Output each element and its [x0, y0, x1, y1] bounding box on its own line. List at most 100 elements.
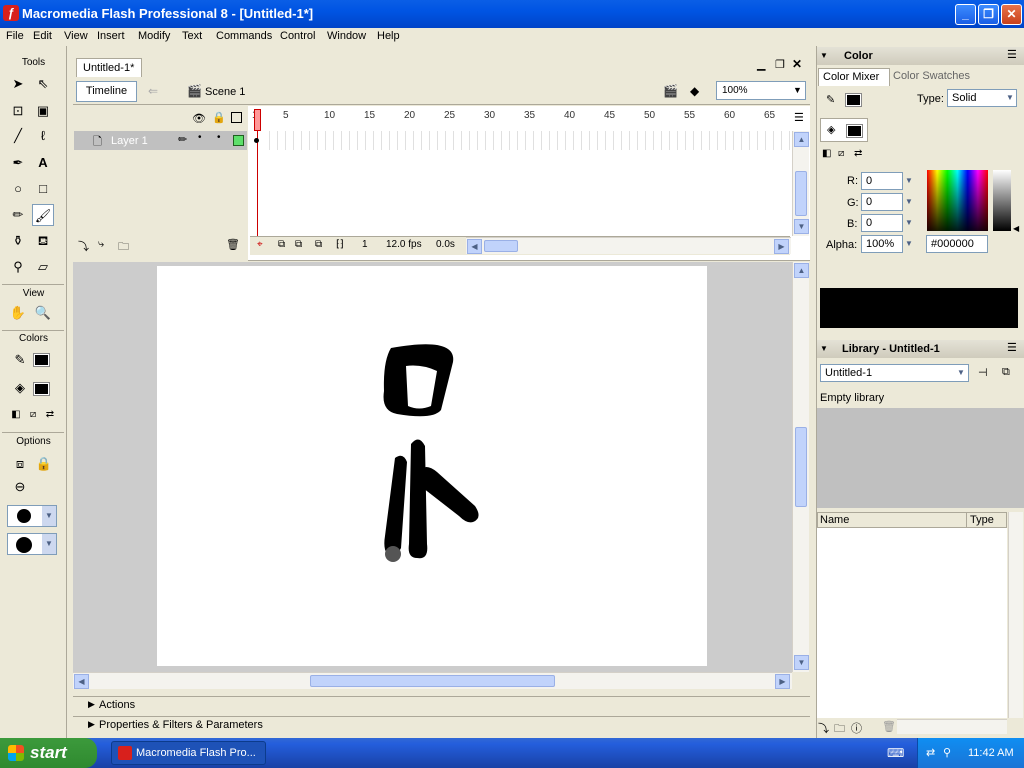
menu-commands[interactable]: Commands: [216, 28, 272, 44]
restore-button[interactable]: ❐: [978, 4, 999, 25]
zoom-tool-icon[interactable]: 🔍: [32, 302, 54, 324]
layer-name[interactable]: Layer 1: [111, 135, 148, 147]
tab-color-swatches[interactable]: Color Swatches: [893, 70, 970, 82]
onion-skin-icon[interactable]: ⧉: [278, 239, 285, 250]
stage-canvas[interactable]: [157, 266, 707, 666]
scroll-thumb[interactable]: [484, 240, 518, 252]
brush-shape-select[interactable]: ▼: [7, 533, 57, 555]
color-panel-header[interactable]: ▼ Color: [817, 47, 1024, 65]
scroll-right-icon[interactable]: ▶: [775, 674, 790, 689]
brightness-slider[interactable]: [993, 170, 1011, 231]
stage-hscroll[interactable]: ◀ ▶: [73, 672, 792, 689]
library-panel-header[interactable]: ▼ Library - Untitled-1: [817, 340, 1024, 358]
edit-symbols-icon[interactable]: ◆: [690, 84, 699, 98]
zoom-select[interactable]: 100% ▼: [716, 81, 806, 100]
delete-icon[interactable]: 🗑: [882, 720, 896, 733]
rectangle-tool-icon[interactable]: □: [32, 178, 54, 200]
scene-label[interactable]: Scene 1: [205, 86, 245, 98]
no-color-icon[interactable]: ⧄: [838, 148, 844, 159]
taskbar-flash-button[interactable]: Macromedia Flash Pro...: [111, 741, 266, 765]
r-input[interactable]: 0: [861, 172, 903, 190]
edit-multiple-frames-icon[interactable]: ⧉: [315, 239, 322, 250]
mixer-fill-swatch[interactable]: [846, 124, 863, 138]
scroll-thumb[interactable]: [795, 427, 807, 507]
scroll-right-icon[interactable]: ▶: [774, 239, 789, 254]
center-frame-icon[interactable]: ⌖: [257, 239, 263, 250]
oval-tool-icon[interactable]: ○: [7, 178, 29, 200]
outline-color-swatch[interactable]: [233, 135, 244, 146]
scroll-thumb[interactable]: [310, 675, 555, 687]
tab-color-mixer[interactable]: Color Mixer: [818, 68, 890, 86]
library-hscroll[interactable]: [897, 719, 1007, 734]
menu-insert[interactable]: Insert: [97, 28, 125, 44]
visibility-dot[interactable]: •: [198, 132, 202, 143]
library-document-select[interactable]: Untitled-1 ▼: [820, 364, 969, 382]
lock-layers-icon[interactable]: 🔒: [212, 111, 226, 124]
document-tab[interactable]: Untitled-1*: [76, 58, 142, 77]
swap-colors-icon[interactable]: ⇄: [854, 148, 862, 159]
back-arrow-icon[interactable]: ⇐: [148, 84, 158, 98]
chevron-down-icon[interactable]: ▼: [903, 194, 915, 210]
scroll-up-icon[interactable]: ▲: [794, 263, 809, 278]
edit-scene-icon[interactable]: 🎬: [663, 84, 678, 98]
doc-close-icon[interactable]: ✕: [792, 57, 802, 71]
brush-size-select[interactable]: ▼: [7, 505, 57, 527]
object-drawing-icon[interactable]: ⧈: [9, 453, 31, 475]
timeline-hscroll[interactable]: ◀ ▶: [466, 237, 791, 254]
chevron-down-icon[interactable]: ▼: [903, 236, 915, 252]
insert-folder-icon[interactable]: 🗀: [118, 238, 129, 257]
panel-menu-icon[interactable]: ☰: [1007, 48, 1017, 61]
chevron-down-icon[interactable]: ▼: [903, 173, 915, 189]
doc-minimize-icon[interactable]: ▁: [757, 58, 765, 71]
menu-control[interactable]: Control: [280, 28, 315, 44]
menu-file[interactable]: File: [6, 28, 24, 44]
keyboard-icon[interactable]: ⌨: [887, 746, 904, 760]
layer-frames[interactable]: [262, 131, 790, 150]
stroke-color-swatch[interactable]: [33, 353, 50, 367]
new-symbol-icon[interactable]: ⤵: [818, 720, 829, 736]
show-hide-icon[interactable]: 👁: [192, 112, 206, 125]
swap-colors-icon[interactable]: ⇄: [39, 404, 61, 426]
paint-bucket-tool-icon[interactable]: ⛾: [32, 230, 54, 252]
type-select[interactable]: Solid ▼: [947, 89, 1017, 107]
hand-tool-icon[interactable]: ✋: [7, 302, 29, 324]
library-vscroll[interactable]: [1008, 512, 1023, 718]
scroll-up-icon[interactable]: ▲: [794, 132, 809, 147]
panel-menu-icon[interactable]: ☰: [1007, 341, 1017, 354]
b-input[interactable]: 0: [861, 214, 903, 232]
delete-layer-icon[interactable]: 🗑: [226, 238, 240, 251]
actions-panel-bar[interactable]: ▶ Actions: [73, 696, 810, 715]
network-icon[interactable]: ⇄: [926, 738, 935, 768]
line-tool-icon[interactable]: ╱: [7, 125, 29, 147]
black-white-icon[interactable]: ◧: [822, 148, 831, 159]
keyframe-dot[interactable]: [254, 138, 259, 143]
doc-restore-icon[interactable]: ❐: [775, 58, 785, 71]
lasso-tool-icon[interactable]: ℓ: [32, 125, 54, 147]
scroll-left-icon[interactable]: ◀: [74, 674, 89, 689]
timeline-menu-icon[interactable]: ☰: [794, 111, 804, 124]
new-library-panel-icon[interactable]: ⧉: [1002, 366, 1010, 379]
alpha-input[interactable]: 100%: [861, 235, 903, 253]
close-button[interactable]: ✕: [1001, 4, 1022, 25]
eraser-tool-icon[interactable]: ▱: [32, 256, 54, 278]
onion-outline-icon[interactable]: ⧉: [295, 239, 302, 250]
outline-icon[interactable]: [231, 112, 242, 123]
eyedropper-tool-icon[interactable]: ⚲: [7, 256, 29, 278]
menu-edit[interactable]: Edit: [33, 28, 52, 44]
lock-fill-icon[interactable]: 🔒: [33, 453, 55, 475]
layer-row[interactable]: 🗋 Layer 1 ✏ • •: [74, 131, 247, 150]
chevron-down-icon[interactable]: ▼: [903, 215, 915, 231]
add-motion-guide-icon[interactable]: ⤷: [98, 238, 104, 251]
frames-area[interactable]: [250, 106, 790, 236]
modify-onion-markers-icon[interactable]: ⁅⁆: [336, 239, 344, 250]
menu-help[interactable]: Help: [377, 28, 400, 44]
mixer-stroke-swatch[interactable]: [845, 93, 862, 107]
pen-tool-icon[interactable]: ✒: [7, 152, 29, 174]
library-item-list[interactable]: [817, 528, 1007, 718]
text-tool-icon[interactable]: A: [32, 152, 54, 174]
brush-tool-icon[interactable]: 🖌: [32, 204, 54, 226]
g-input[interactable]: 0: [861, 193, 903, 211]
type-column-header[interactable]: Type: [970, 514, 994, 526]
minimize-button[interactable]: _: [955, 4, 976, 25]
properties-icon[interactable]: ⓘ: [851, 720, 862, 736]
